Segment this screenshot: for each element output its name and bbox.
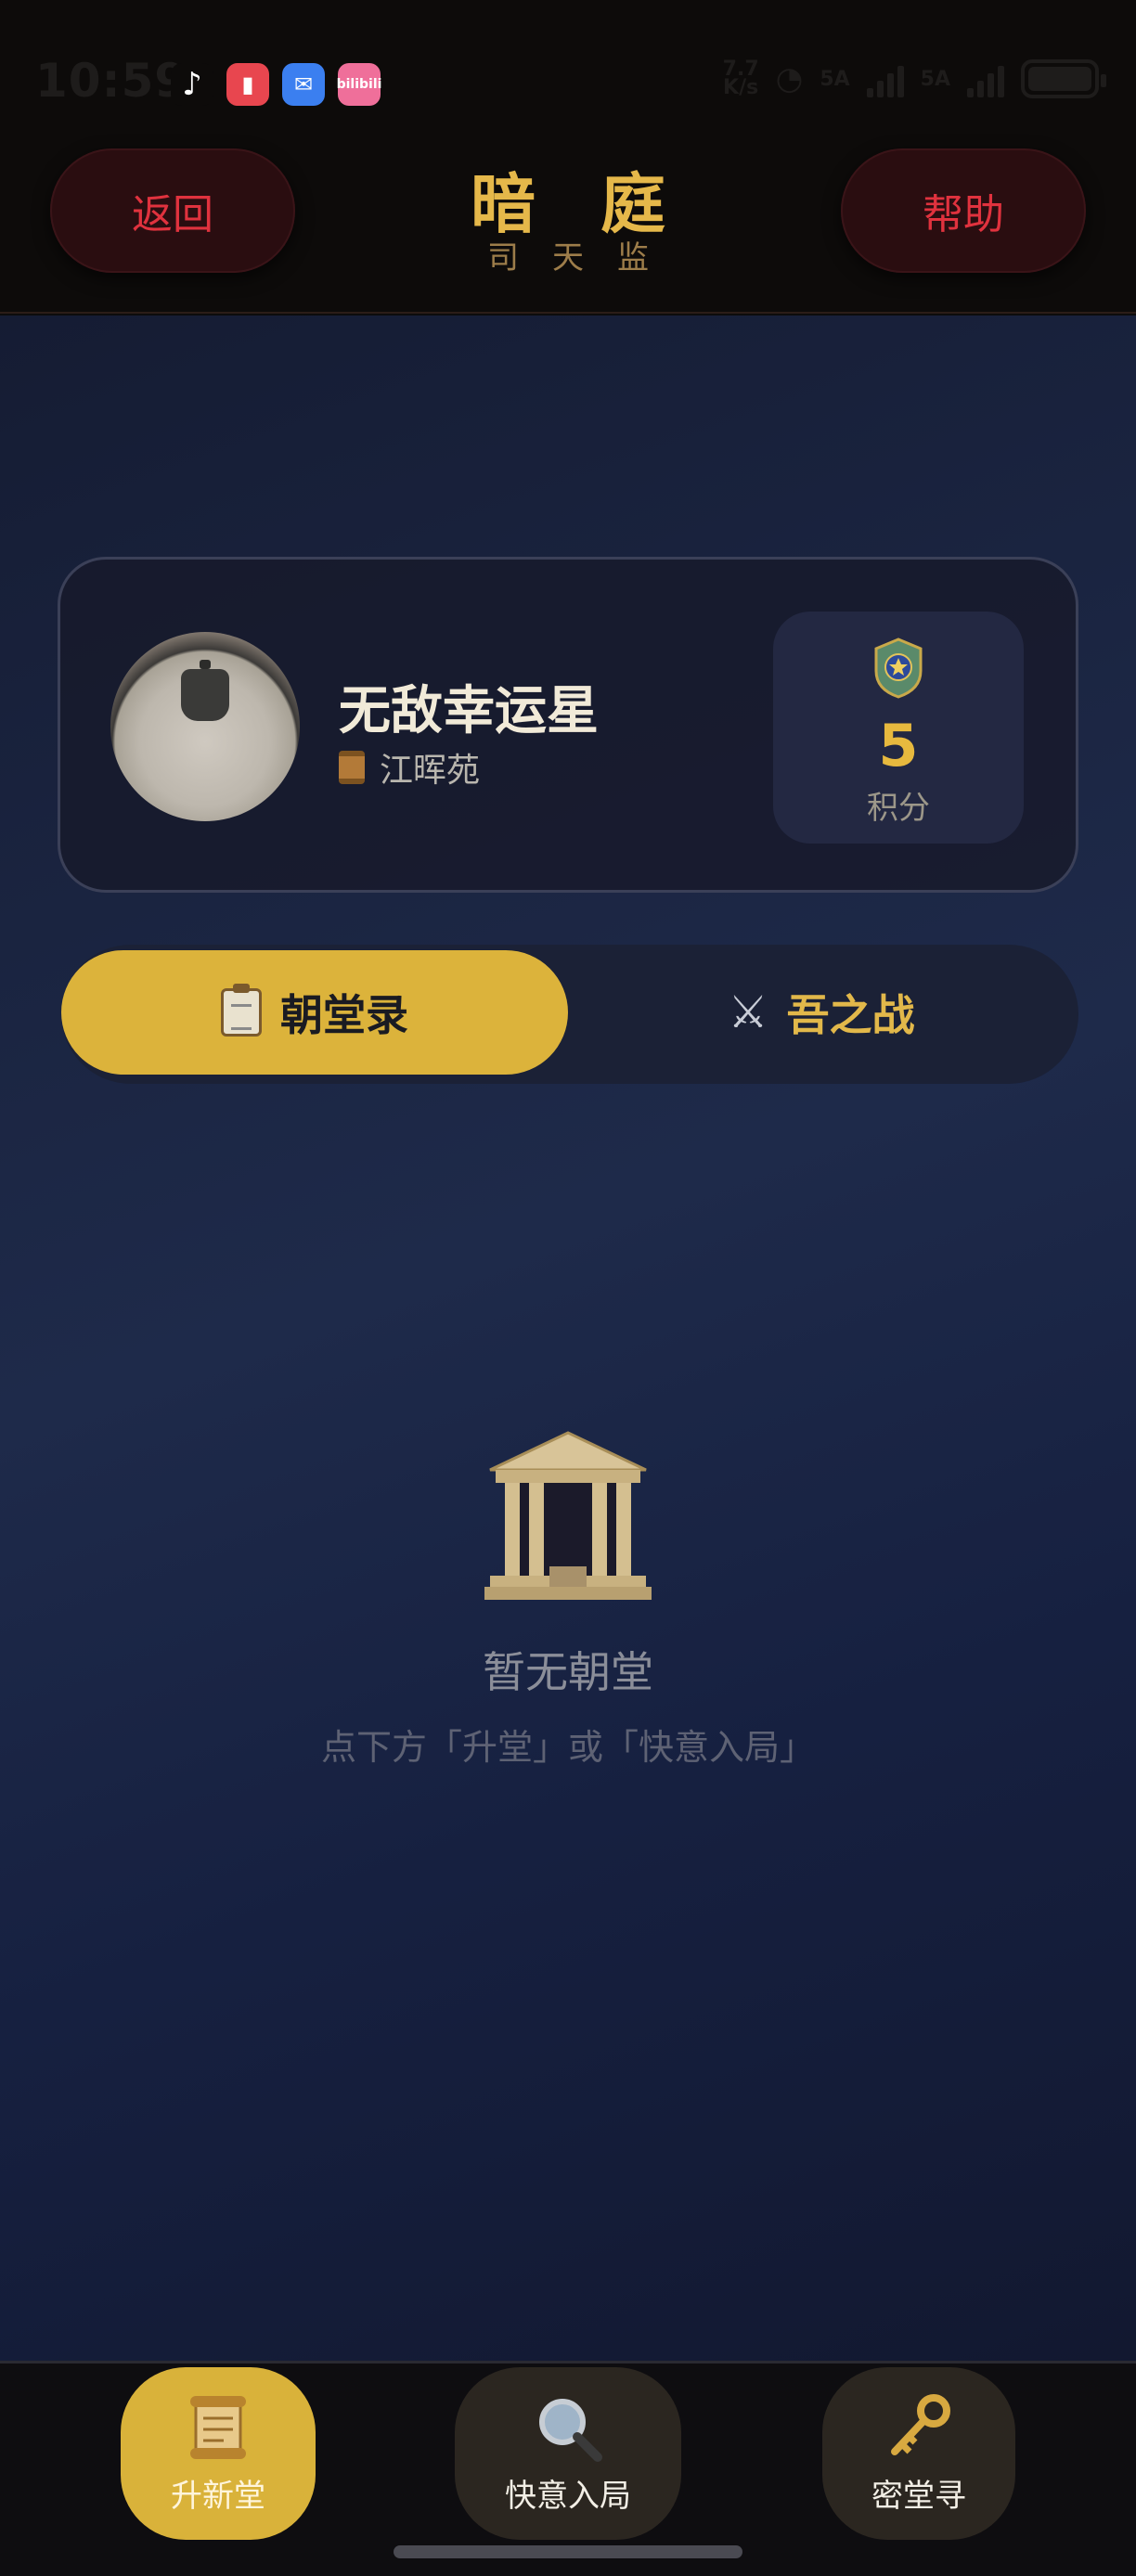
profile-card: 无敌幸运星 江晖苑 5 积分 (58, 557, 1078, 893)
user-org-label: 江晖苑 (380, 752, 481, 790)
medal-icon (874, 638, 923, 699)
nav-secret-find-button[interactable]: 密堂寻 (822, 2367, 1015, 2540)
bilibili-icon: bilibili (337, 63, 381, 106)
nav-quick-join-label: 快意入局 (505, 2477, 631, 2515)
temple-icon (484, 1431, 652, 1600)
status-time: 10:59 (35, 54, 188, 108)
empty-state: 暂无朝堂 点下方「升堂」或「快意入局」 (0, 1429, 1136, 1770)
score-box: 5 积分 (773, 612, 1024, 844)
bottom-nav: 升新堂 快意入局 密堂寻 (0, 2361, 1136, 2576)
crossed-swords-icon: ⚔ (728, 986, 768, 1038)
tab-my-battles-label: 吾之战 (786, 990, 915, 1040)
key-icon (891, 2393, 950, 2455)
empty-hint: 点下方「升堂」或「快意入局」 (320, 1727, 815, 1768)
tab-court-records[interactable]: 朝堂录 (61, 950, 568, 1075)
score-value: 5 (878, 712, 919, 779)
status-bar: 10:59 ♪ ▮ ✉ bilibili 7.7 K/s ◔ 5A 5A (0, 0, 1136, 139)
magnifier-icon (539, 2398, 602, 2462)
signal-icon-2 (967, 60, 1004, 97)
scroll-icon (190, 2395, 246, 2459)
wifi-icon: ◔ (775, 60, 804, 97)
signal-icon (866, 60, 904, 97)
tiktok-icon: ♪ (171, 63, 213, 106)
clipboard-icon (221, 984, 262, 1037)
nav-new-court-button[interactable]: 升新堂 (121, 2367, 316, 2540)
sim1-label: 5A (820, 67, 850, 91)
tab-my-battles[interactable]: ⚔ 吾之战 (568, 950, 1075, 1075)
nav-quick-join-button[interactable]: 快意入局 (455, 2367, 681, 2540)
avatar[interactable] (110, 632, 300, 821)
mail-icon: ✉ (282, 63, 325, 106)
empty-title: 暂无朝堂 (483, 1647, 653, 1697)
app-header: 返回 暗庭 司天监 帮助 (0, 139, 1136, 314)
nav-secret-find-label: 密堂寻 (871, 2477, 966, 2515)
book-icon: ▮ (226, 63, 269, 106)
network-speed: 7.7 K/s (722, 58, 759, 99)
nav-new-court-label: 升新堂 (171, 2477, 265, 2515)
home-indicator[interactable] (394, 2545, 742, 2558)
user-org: 江晖苑 (339, 743, 480, 792)
score-label: 积分 (867, 790, 930, 827)
battery-icon (1021, 59, 1106, 98)
help-button[interactable]: 帮助 (841, 148, 1086, 273)
status-app-icons: ♪ ▮ ✉ bilibili (171, 63, 381, 106)
main-content: 无敌幸运星 江晖苑 5 积分 朝堂录 ⚔ 吾之战 暂无朝堂 点下方「升堂」或「快… (0, 316, 1136, 2361)
tab-bar: 朝堂录 ⚔ 吾之战 (61, 945, 1078, 1084)
sim2-label: 5A (920, 67, 950, 91)
status-indicators: 7.7 K/s ◔ 5A 5A (722, 58, 1106, 99)
user-name: 无敌幸运星 (339, 681, 599, 741)
tab-court-records-label: 朝堂录 (280, 990, 408, 1040)
scroll-icon (339, 751, 365, 784)
